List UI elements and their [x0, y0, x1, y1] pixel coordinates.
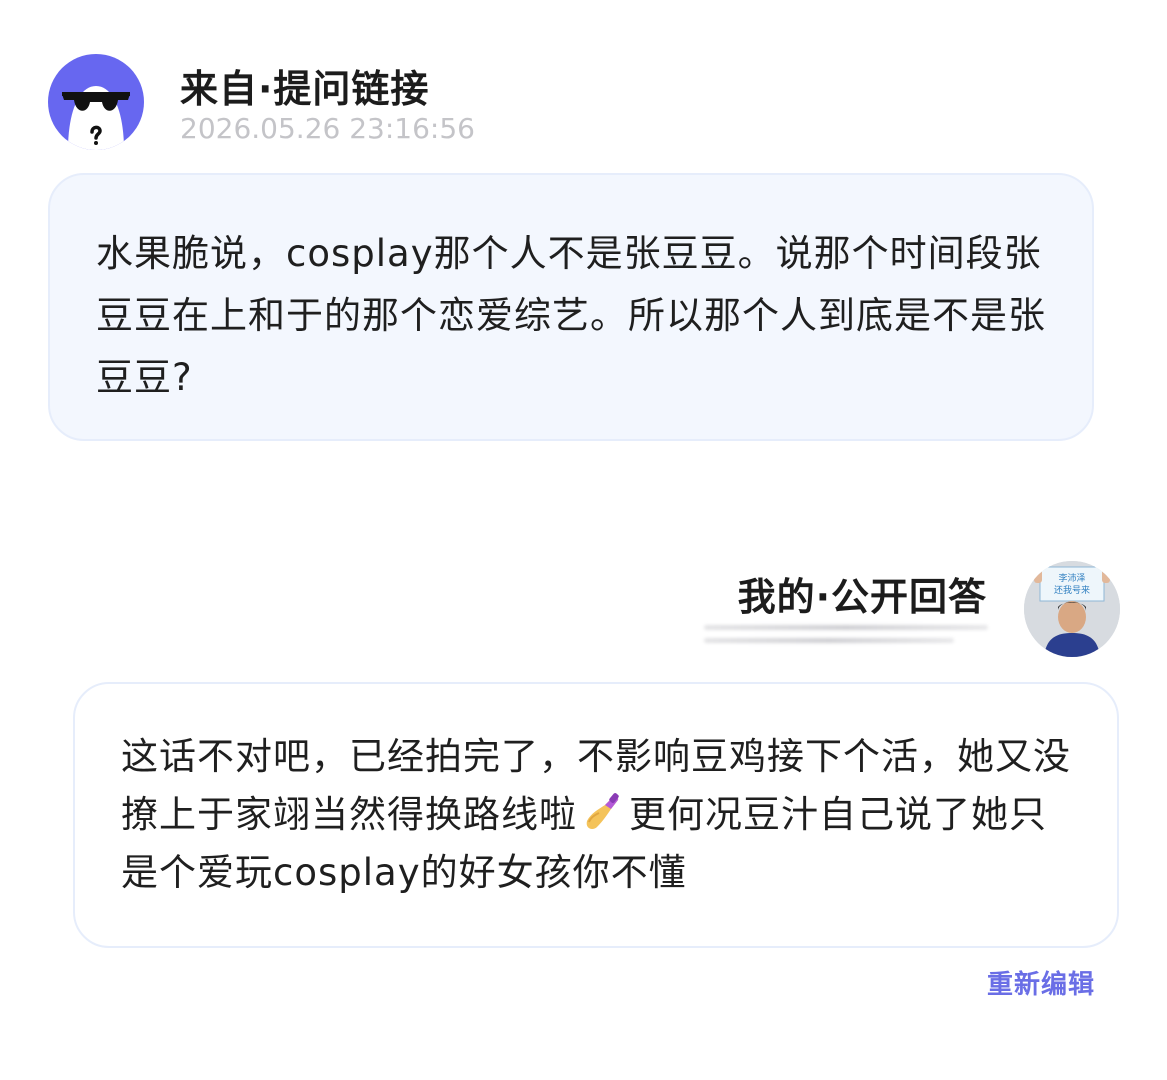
nail-polish-icon	[581, 791, 625, 835]
svg-text:李沛泽: 李沛泽	[1058, 572, 1085, 584]
user-photo-icon: 李沛泽 还我号来	[1024, 561, 1120, 657]
re-edit-link[interactable]: 重新编辑	[987, 964, 1095, 1001]
answer-label: 我的·公开回答	[737, 575, 987, 619]
question-source-title: 来自·提问链接	[180, 67, 430, 111]
svg-text:还我号来: 还我号来	[1054, 584, 1090, 596]
question-timestamp: 2026.05.26 23:16:56	[180, 112, 475, 145]
answer-text: 这话不对吧，已经拍完了，不影响豆鸡接下个活，她又没撩上于家翊当然得换路线啦 更何…	[121, 728, 1071, 902]
sunglasses-ghost-icon	[62, 86, 130, 150]
answer-bubble: 这话不对吧，已经拍完了，不影响豆鸡接下个活，她又没撩上于家翊当然得换路线啦 更何…	[73, 682, 1119, 948]
answer-blurred-subtitle	[704, 621, 988, 647]
question-bubble: 水果脆说，cosplay那个人不是张豆豆。说那个时间段张豆豆在上和于的那个恋爱综…	[48, 173, 1094, 441]
answerer-avatar: 李沛泽 还我号来	[1024, 561, 1120, 657]
question-text: 水果脆说，cosplay那个人不是张豆豆。说那个时间段张豆豆在上和于的那个恋爱综…	[96, 232, 1046, 399]
asker-avatar	[48, 54, 144, 150]
